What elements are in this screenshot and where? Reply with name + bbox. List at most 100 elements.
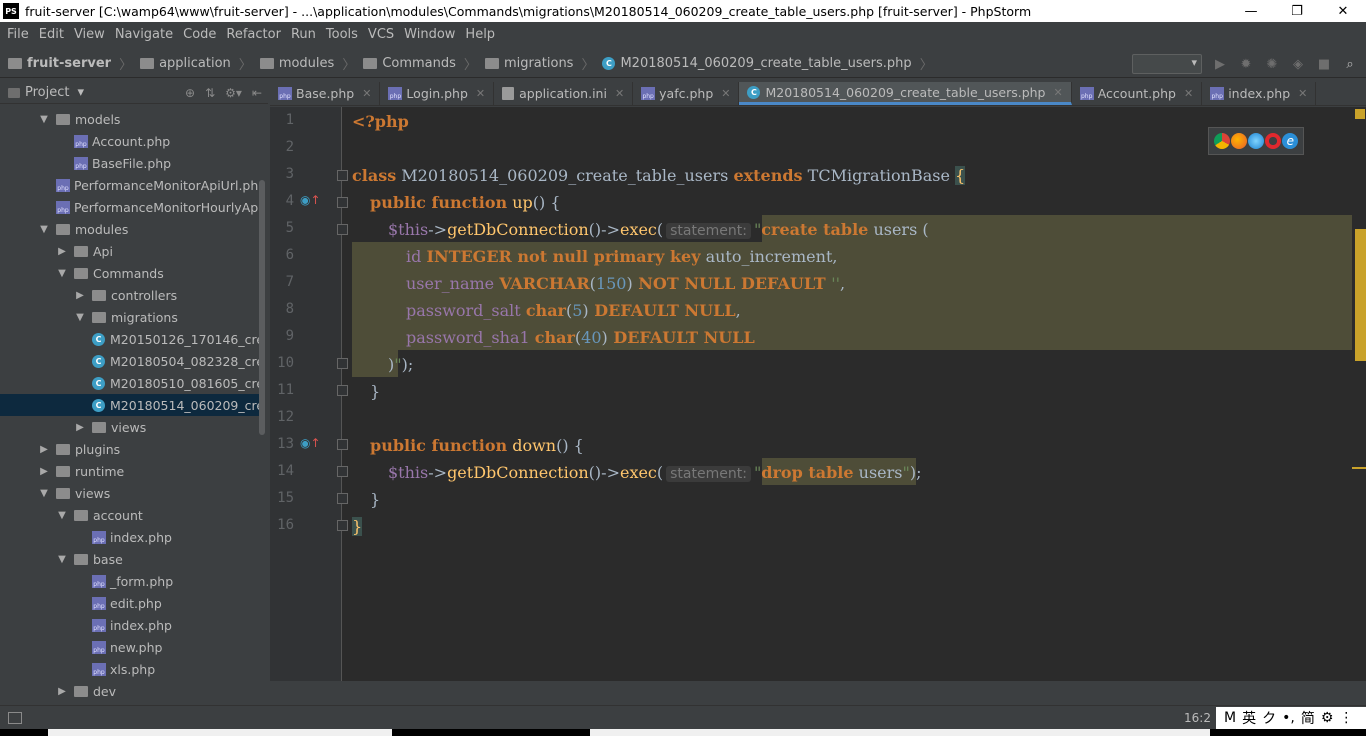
close-tab-icon[interactable]: ✕ xyxy=(1184,87,1193,100)
expanded-arrow-icon[interactable]: ▼ xyxy=(56,510,68,521)
caret-position[interactable]: 16:2 xyxy=(1184,711,1211,725)
collapse-icon[interactable]: ⇅ xyxy=(205,86,215,100)
tree-scrollbar[interactable] xyxy=(259,180,265,435)
analysis-status-icon[interactable] xyxy=(1355,109,1365,119)
tree-item[interactable]: php PerformanceMonitorApiUrl.php xyxy=(0,174,262,196)
minimize-button[interactable]: — xyxy=(1228,0,1274,22)
menu-help[interactable]: Help xyxy=(460,27,500,42)
safari-icon[interactable] xyxy=(1247,133,1264,149)
fold-marker-icon[interactable] xyxy=(337,224,348,235)
ime-simplified-toggle[interactable]: 简 xyxy=(1301,708,1315,728)
collapsed-arrow-icon[interactable]: ▶ xyxy=(56,686,68,697)
ie-icon[interactable]: e xyxy=(1282,133,1299,149)
tree-item[interactable]: ▶ controllers xyxy=(0,284,262,306)
expanded-arrow-icon[interactable]: ▼ xyxy=(56,268,68,279)
close-tab-icon[interactable]: ✕ xyxy=(615,87,624,100)
locate-icon[interactable]: ⊕ xyxy=(185,86,195,100)
gear-icon[interactable]: ⚙▾ xyxy=(225,86,242,100)
close-tab-icon[interactable]: ✕ xyxy=(721,87,730,100)
tree-item[interactable]: php Account.php xyxy=(0,130,262,152)
breadcrumb-application[interactable]: application 〉 xyxy=(140,54,252,73)
opera-icon[interactable] xyxy=(1265,133,1282,149)
fold-marker-icon[interactable] xyxy=(337,197,348,208)
tree-item[interactable]: ▶ runtime xyxy=(0,460,262,482)
tree-item[interactable]: php xls.php xyxy=(0,658,262,680)
tree-item[interactable]: C M20180510_081605_cre xyxy=(0,372,262,394)
tree-item[interactable]: ▼ migrations xyxy=(0,306,262,328)
menu-vcs[interactable]: VCS xyxy=(363,27,399,42)
ime-moon-icon[interactable]: ク xyxy=(1262,708,1276,728)
tree-item[interactable]: ▶ views xyxy=(0,416,262,438)
taskbar-item[interactable] xyxy=(590,729,1210,736)
tree-item[interactable]: C M20150126_170146_cre xyxy=(0,328,262,350)
fold-marker-icon[interactable] xyxy=(337,520,348,531)
breadcrumb-file[interactable]: C M20180514_060209_create_table_users.php… xyxy=(602,54,933,73)
menu-refactor[interactable]: Refactor xyxy=(221,27,286,42)
code-editor[interactable]: 1 2 3 4 5 6 7 8 9 10 11 12 13 14 15 16 ◉↑ ◉↑ <?php clas… xyxy=(270,107,1366,681)
fold-marker-icon[interactable] xyxy=(337,493,348,504)
close-tab-icon[interactable]: ✕ xyxy=(1298,87,1307,100)
menu-edit[interactable]: Edit xyxy=(34,27,69,42)
stop-icon[interactable]: ■ xyxy=(1316,56,1332,72)
collapsed-arrow-icon[interactable]: ▶ xyxy=(56,246,68,257)
expanded-arrow-icon[interactable]: ▼ xyxy=(74,312,86,323)
expanded-arrow-icon[interactable]: ▼ xyxy=(38,114,50,125)
coverage-icon[interactable]: ✺ xyxy=(1264,56,1280,72)
editor-tab[interactable]: php Base.php ✕ xyxy=(270,82,381,105)
restore-button[interactable]: ❐ xyxy=(1274,0,1320,22)
ime-punctuation-toggle[interactable]: •, xyxy=(1282,710,1295,726)
fold-marker-icon[interactable] xyxy=(337,358,348,369)
breadcrumb-project[interactable]: fruit-server 〉 xyxy=(8,54,132,73)
editor-tab[interactable]: php index.php ✕ xyxy=(1202,82,1317,105)
project-view-dropdown[interactable]: ▾ xyxy=(77,85,84,100)
collapsed-arrow-icon[interactable]: ▶ xyxy=(38,466,50,477)
ime-mode-icon[interactable]: M xyxy=(1224,710,1236,726)
firefox-icon[interactable] xyxy=(1230,133,1247,149)
menu-run[interactable]: Run xyxy=(286,27,321,42)
hide-icon[interactable]: ⇤ xyxy=(252,86,262,100)
run-icon[interactable]: ▶ xyxy=(1212,56,1228,72)
tool-windows-icon[interactable] xyxy=(8,711,22,724)
tree-item[interactable]: ▼ Commands xyxy=(0,262,262,284)
tree-item[interactable]: php new.php xyxy=(0,636,262,658)
tree-item[interactable]: ▼ base xyxy=(0,548,262,570)
menu-tools[interactable]: Tools xyxy=(321,27,363,42)
fold-marker-icon[interactable] xyxy=(337,466,348,477)
implements-marker-icon[interactable]: ◉↑ xyxy=(300,193,321,207)
editor-tab[interactable]: php Account.php ✕ xyxy=(1072,82,1203,105)
tree-item[interactable]: ▶ plugins xyxy=(0,438,262,460)
implements-marker-icon[interactable]: ◉↑ xyxy=(300,436,321,450)
fold-marker-icon[interactable] xyxy=(337,385,348,396)
editor-tab[interactable]: C M20180514_060209_create_table_users.php… xyxy=(739,82,1072,105)
tree-item[interactable]: php PerformanceMonitorHourlyApiPe xyxy=(0,196,262,218)
tree-item[interactable]: C M20180514_060209_cre xyxy=(0,394,262,416)
menu-file[interactable]: File xyxy=(2,27,34,42)
project-panel-title[interactable]: Project xyxy=(25,85,69,100)
expanded-arrow-icon[interactable]: ▼ xyxy=(38,224,50,235)
close-button[interactable]: ✕ xyxy=(1320,0,1366,22)
close-tab-icon[interactable]: ✕ xyxy=(362,87,371,100)
tree-item[interactable]: ▼ models xyxy=(0,108,262,130)
fold-marker-icon[interactable] xyxy=(337,170,348,181)
tree-item[interactable]: ▼ modules xyxy=(0,218,262,240)
tree-item[interactable]: php index.php xyxy=(0,614,262,636)
breadcrumb-migrations[interactable]: migrations 〉 xyxy=(484,54,594,73)
close-tab-icon[interactable]: ✕ xyxy=(1054,86,1063,99)
taskbar-item[interactable] xyxy=(48,729,392,736)
ime-settings-icon[interactable]: ⚙ xyxy=(1321,710,1334,726)
tree-item[interactable]: php index.php xyxy=(0,526,262,548)
editor-tab[interactable]: php yafc.php ✕ xyxy=(633,82,740,105)
ime-more-icon[interactable]: ⋮ xyxy=(1339,710,1353,726)
breadcrumb-modules[interactable]: modules 〉 xyxy=(259,54,355,73)
search-icon[interactable]: ⌕ xyxy=(1342,56,1358,72)
tree-item[interactable]: ▼ views xyxy=(0,482,262,504)
tree-item[interactable]: php BaseFile.php xyxy=(0,152,262,174)
tree-item[interactable]: C M20180504_082328_cre xyxy=(0,350,262,372)
chrome-icon[interactable] xyxy=(1213,133,1230,149)
run-configuration-select[interactable] xyxy=(1132,54,1202,74)
menu-code[interactable]: Code xyxy=(178,27,221,42)
ime-language-toggle[interactable]: 英 xyxy=(1242,708,1256,728)
menu-window[interactable]: Window xyxy=(399,27,460,42)
profile-icon[interactable]: ◈ xyxy=(1290,56,1306,72)
tree-item[interactable]: php _form.php xyxy=(0,570,262,592)
